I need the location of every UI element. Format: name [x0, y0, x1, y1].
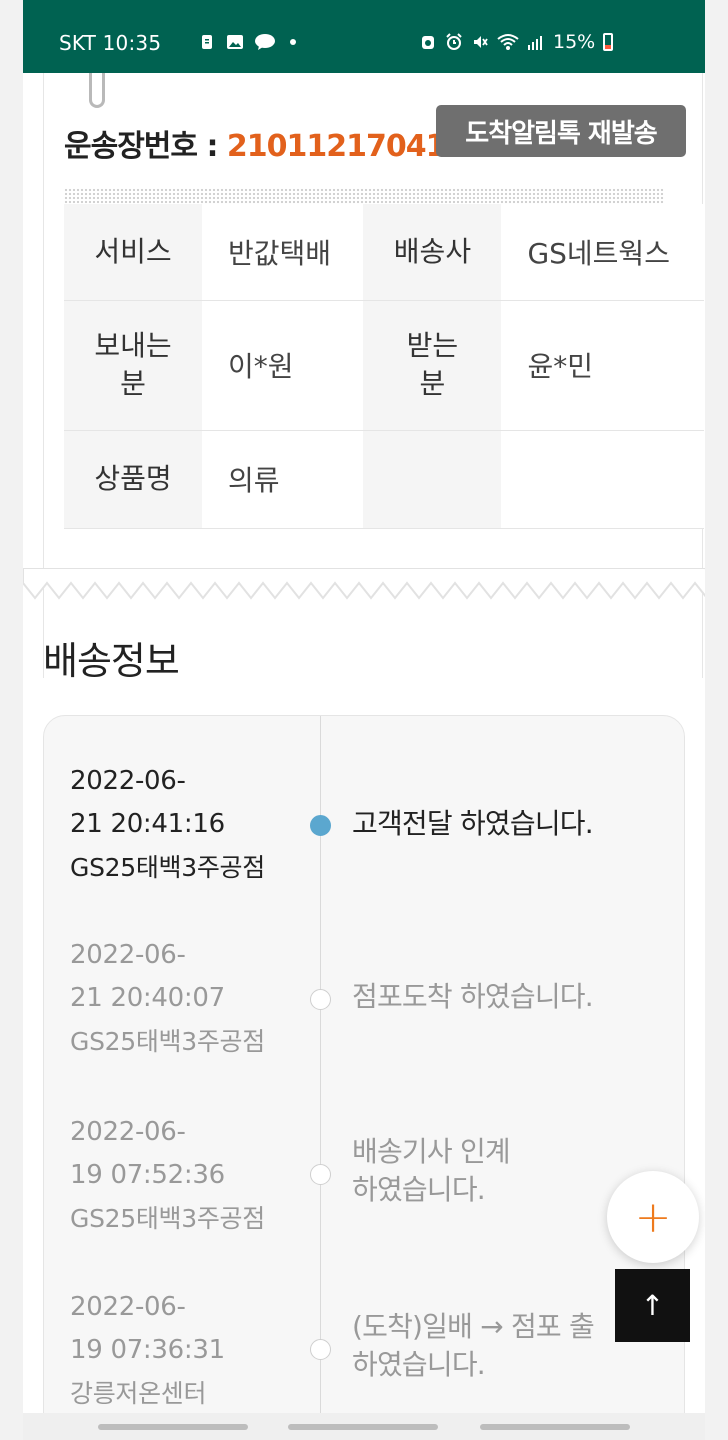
resend-arrival-notice-button[interactable]: 도착알림톡 재발송 [436, 105, 686, 157]
event-time: 21 20:40:07 [70, 983, 225, 1013]
event-message: 고객전달 하였습니다. [352, 805, 672, 843]
system-nav-bar [23, 1413, 705, 1440]
back-button[interactable] [480, 1424, 630, 1430]
event-datetime: 2022-06- 19 07:52:36 GS25태백3주공점 [70, 1111, 290, 1240]
event-date: 2022-06- [70, 766, 186, 796]
event-date: 2022-06- [70, 1117, 186, 1147]
event-message-line: 하였습니다. [352, 1348, 486, 1381]
scroll-to-top-button[interactable]: ↑ [615, 1269, 690, 1342]
product-value: 의류 [202, 430, 364, 529]
signal-icon [528, 36, 542, 50]
mute-icon [474, 36, 488, 48]
courier-label: 배송사 [363, 204, 502, 301]
tracking-number: 21011217041 [226, 129, 447, 164]
alarm-icon [446, 33, 462, 50]
event-time: 19 07:36:31 [70, 1335, 225, 1365]
event-message-line: 점포도착 하였습니다. [352, 980, 594, 1013]
shipment-info-table: 서비스 반값택배 배송사 GS네트웍스 보내는 분 이*원 받는 분 윤*민 상… [64, 204, 704, 529]
battery-icon [603, 33, 614, 51]
table-row: 상품명 의류 [64, 430, 704, 529]
dotted-divider [64, 188, 664, 204]
status-dot-icon [310, 989, 331, 1010]
empty-value-cell [501, 430, 704, 529]
event-datetime: 2022-06- 21 20:40:07 GS25태백3주공점 [70, 934, 290, 1063]
system-icons: 15% [419, 31, 614, 53]
event-message-line: 배송기사 인계 [352, 1135, 511, 1168]
event-date: 2022-06- [70, 1292, 186, 1322]
event-time: 21 20:41:16 [70, 809, 225, 839]
service-label: 서비스 [64, 204, 202, 301]
status-dot-icon [310, 1339, 331, 1360]
tracking-label: 운송장번호 : [64, 129, 227, 164]
status-dot-icon [310, 1164, 331, 1185]
event-location: 강릉저온센터 [70, 1379, 207, 1408]
paperclip-icon [89, 73, 105, 108]
page-content[interactable]: 운송장번호 : 21011217041 도착알림톡 재발송 서비스 반값택배 배… [23, 73, 705, 1413]
status-bar: SKT 10:35 15% [23, 0, 705, 73]
torn-edge-divider [23, 568, 705, 600]
courier-value: GS네트웍스 [501, 204, 704, 301]
event-date: 2022-06- [70, 940, 186, 970]
sender-value: 이*원 [202, 300, 364, 431]
wifi-icon [497, 34, 519, 50]
product-label: 상품명 [64, 430, 202, 529]
receiver-label: 받는 분 [363, 300, 502, 431]
table-row: 보내는 분 이*원 받는 분 윤*민 [64, 300, 704, 431]
home-button[interactable] [288, 1424, 438, 1430]
recent-apps-button[interactable] [98, 1424, 248, 1430]
table-row: 서비스 반값택배 배송사 GS네트웍스 [64, 204, 704, 301]
talk-icon [255, 34, 275, 50]
delivery-info-title: 배송정보 [43, 639, 180, 683]
clipboard-icon [202, 35, 212, 49]
battery-percent: 15% [553, 31, 596, 53]
gallery-icon [227, 35, 243, 49]
status-time: SKT 10:35 [59, 31, 162, 55]
more-notifications-icon [290, 39, 296, 45]
event-datetime: 2022-06- 21 20:41:16 GS25태백3주공점 [70, 760, 290, 889]
event-time: 19 07:52:36 [70, 1160, 225, 1190]
status-dot-icon [310, 815, 331, 836]
sender-label: 보내는 분 [64, 300, 202, 431]
event-location: GS25태백3주공점 [70, 1204, 265, 1233]
notification-icons [198, 33, 296, 51]
plus-fab-button[interactable]: + [607, 1171, 699, 1263]
event-datetime: 2022-06- 19 07:36:31 강릉저온센터 [70, 1286, 290, 1413]
event-message-line: 고객전달 하였습니다. [352, 807, 594, 840]
delivery-timeline: 2022-06- 21 20:41:16 GS25태백3주공점 고객전달 하였습… [43, 715, 685, 1413]
service-value: 반값택배 [202, 204, 364, 301]
tracking-number-line: 운송장번호 : 21011217041 [64, 121, 447, 165]
event-location: GS25태백3주공점 [70, 853, 265, 882]
empty-label-cell [363, 430, 502, 529]
battery-saver-icon [422, 36, 434, 49]
receiver-value: 윤*민 [501, 300, 704, 431]
event-message: 점포도착 하였습니다. [352, 978, 672, 1016]
event-location: GS25태백3주공점 [70, 1027, 265, 1056]
